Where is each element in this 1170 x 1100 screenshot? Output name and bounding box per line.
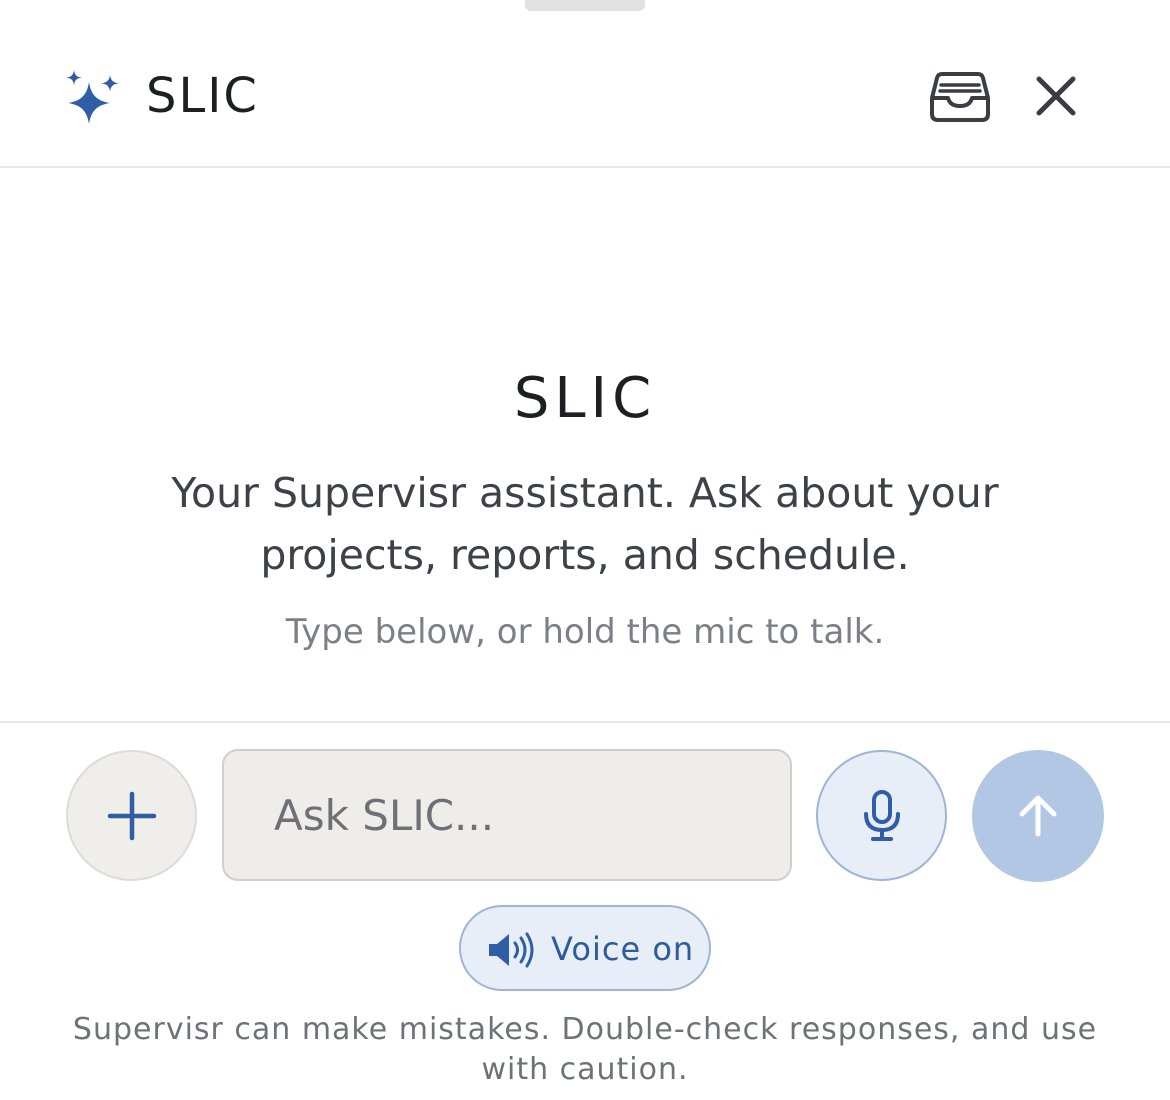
hero-hint: Type below, or hold the mic to talk. [285, 612, 885, 652]
disclaimer: Supervisr can make mistakes. Double-chec… [72, 1012, 1098, 1087]
sparkles-icon [66, 70, 119, 124]
speaker-icon [489, 932, 534, 968]
inbox-tray-icon [930, 72, 990, 122]
close-icon [1036, 76, 1076, 116]
send-button[interactable] [972, 750, 1104, 882]
hero-description: Your Supervisr assistant. Ask about your… [171, 469, 999, 579]
voice-toggle-label: Voice on [551, 930, 695, 968]
plus-icon [107, 791, 156, 840]
microphone-icon [863, 789, 900, 841]
assistant-sheet: SLIC SLIC Your Supervisr assistant. Ask … [0, 0, 1170, 1100]
header: SLIC [0, 24, 1170, 168]
ask-input[interactable] [222, 749, 792, 881]
microphone-button[interactable] [816, 750, 947, 881]
arrow-up-icon [1019, 795, 1057, 837]
composer-divider [0, 721, 1170, 723]
header-title: SLIC [146, 68, 259, 124]
inbox-button[interactable] [926, 68, 994, 124]
hero-title: SLIC [513, 366, 657, 431]
add-attachment-button[interactable] [66, 750, 197, 881]
voice-toggle[interactable]: Voice on [459, 905, 711, 991]
close-button[interactable] [1028, 68, 1084, 124]
sheet-grabber[interactable] [525, 0, 645, 11]
